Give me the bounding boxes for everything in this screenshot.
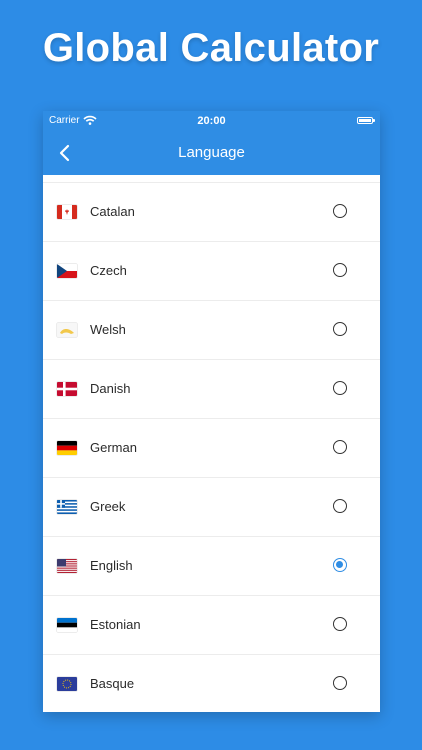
language-label: Welsh — [90, 322, 126, 337]
flag-icon-welsh — [57, 323, 77, 337]
language-label: Catalan — [90, 204, 135, 219]
radio-unselected-icon[interactable] — [333, 440, 347, 454]
flag-icon-basque — [57, 677, 77, 691]
flag-icon-greek — [57, 500, 77, 514]
language-label: German — [90, 440, 137, 455]
app-headline: Global Calculator — [42, 26, 380, 70]
language-label: Estonian — [90, 617, 141, 632]
language-label: Greek — [90, 499, 126, 514]
language-row-estonian[interactable]: Estonian — [43, 596, 380, 655]
radio-unselected-icon[interactable] — [333, 381, 347, 395]
status-time: 20:00 — [197, 115, 226, 127]
radio-selected-icon[interactable] — [333, 558, 347, 572]
flag-icon-danish — [57, 382, 77, 396]
language-row-german[interactable]: German — [43, 419, 380, 478]
language-label: Danish — [90, 381, 131, 396]
language-row-czech[interactable]: Czech — [43, 242, 380, 301]
phone-screen: Carrier 20:00 Language Catalan Czech Welsh… — [43, 111, 380, 712]
list-divider — [43, 175, 380, 183]
language-label: English — [90, 558, 133, 573]
language-row-english[interactable]: English — [43, 537, 380, 596]
radio-unselected-icon[interactable] — [333, 322, 347, 336]
flag-icon-czech — [57, 264, 77, 278]
language-row-danish[interactable]: Danish — [43, 360, 380, 419]
language-row-welsh[interactable]: Welsh — [43, 301, 380, 360]
status-bar: Carrier 20:00 — [43, 111, 380, 131]
language-row-basque[interactable]: Basque — [43, 655, 380, 712]
radio-unselected-icon[interactable] — [333, 204, 347, 218]
language-label: Czech — [90, 263, 127, 278]
flag-icon-estonian — [57, 618, 77, 632]
radio-unselected-icon[interactable] — [333, 676, 347, 690]
radio-unselected-icon[interactable] — [333, 499, 347, 513]
nav-bar: Language — [43, 131, 380, 175]
language-label: Basque — [90, 676, 135, 691]
language-row-greek[interactable]: Greek — [43, 478, 380, 537]
battery-icon — [357, 117, 375, 124]
language-row-catalan[interactable]: Catalan — [43, 183, 380, 242]
flag-icon-german — [57, 441, 77, 455]
radio-unselected-icon[interactable] — [333, 617, 347, 631]
flag-icon-english — [57, 559, 77, 573]
language-list: Catalan Czech Welsh Danish German Greek Englis… — [43, 175, 380, 712]
page-title: Language — [178, 144, 245, 161]
radio-unselected-icon[interactable] — [333, 263, 347, 277]
flag-icon-catalan — [57, 205, 77, 219]
